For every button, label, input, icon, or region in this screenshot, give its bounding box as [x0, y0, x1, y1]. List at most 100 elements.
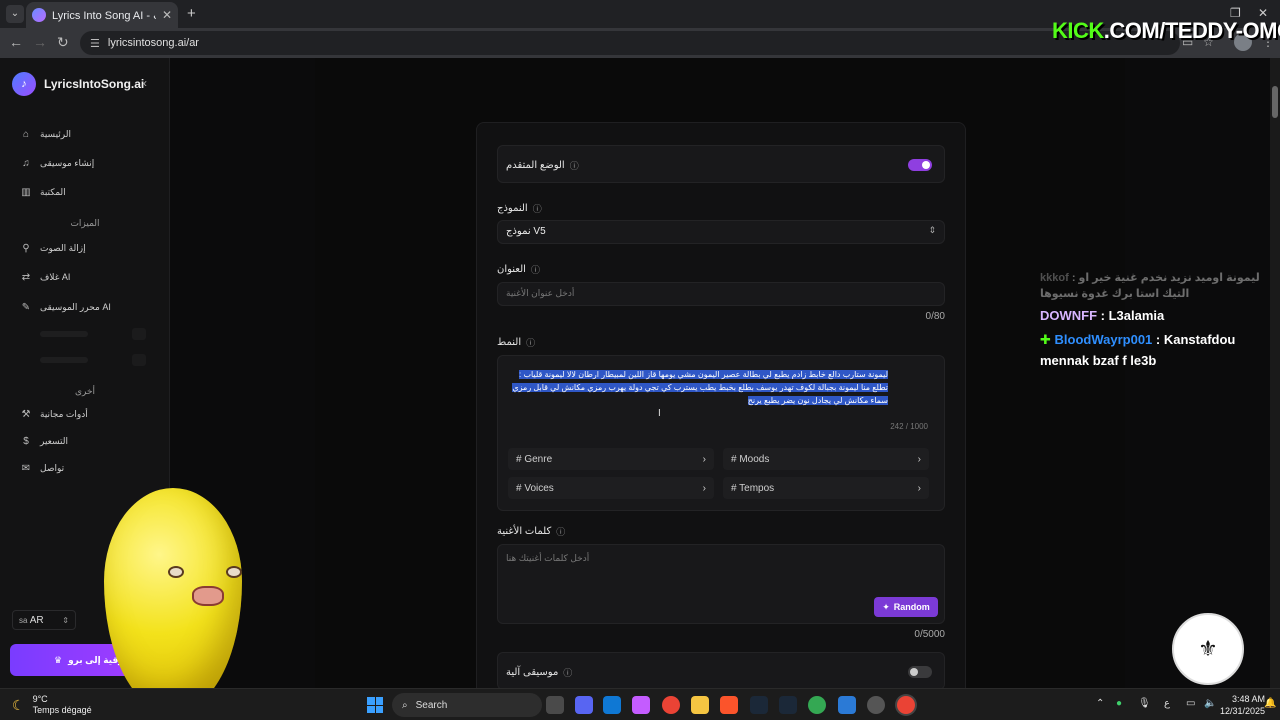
voice-remove-icon: ⚲: [22, 242, 30, 254]
network-icon[interactable]: ▭: [1186, 698, 1195, 709]
model-value: نموذج V5: [506, 226, 546, 237]
sidebar-item-create[interactable]: ♫ إنشاء موسيقى: [20, 155, 94, 171]
crown-icon: ♛: [54, 654, 63, 665]
tray-status-icon[interactable]: ●: [1116, 698, 1122, 709]
info-icon[interactable]: ⓘ: [526, 336, 535, 349]
new-tab-button[interactable]: +: [187, 5, 196, 22]
notification-icon[interactable]: 🔔: [1264, 698, 1276, 709]
model-label: النموذج ⓘ: [497, 202, 542, 215]
language-value: AR: [29, 614, 44, 626]
collapse-sidebar-icon[interactable]: ‹: [143, 76, 147, 90]
advanced-mode-toggle[interactable]: [908, 159, 932, 171]
chrome-icon[interactable]: [662, 696, 680, 714]
tray-chevron-icon[interactable]: ⌃: [1096, 698, 1104, 709]
chat-message: DOWNFF : L3alamia: [1040, 308, 1165, 323]
steam-icon-2[interactable]: [779, 696, 797, 714]
style-box: ليمونة ستارب دالع خابط زادم يطبع لي بطال…: [497, 355, 945, 511]
taskbar-clock[interactable]: 3:48 AM 12/31/2025: [1220, 693, 1265, 717]
info-icon[interactable]: ⓘ: [570, 159, 579, 172]
microphone-icon[interactable]: 🎙: [1138, 698, 1151, 709]
home-icon: ⌂: [22, 128, 30, 140]
chevron-updown-icon: ⇕: [62, 615, 69, 625]
tab-title: Lyrics Into Song AI - مولد أغاني بالذكاء…: [52, 9, 156, 22]
section-heading-tools: الميزات: [70, 218, 100, 228]
sidebar-item-pricing[interactable]: $ التسعير: [20, 433, 68, 449]
music-icon: ♫: [22, 157, 30, 169]
outlook-icon[interactable]: [603, 696, 621, 714]
model-select[interactable]: نموذج V5 ⇕: [497, 220, 945, 244]
info-icon[interactable]: ⓘ: [563, 666, 572, 679]
brave-icon[interactable]: [720, 696, 738, 714]
brand[interactable]: ♪ LyricsIntoSong.ai: [12, 72, 144, 96]
sidebar-item-label: الرئيسية: [40, 128, 71, 139]
chrome-active-icon[interactable]: [897, 696, 915, 714]
chip-genre[interactable]: # Genre ›: [508, 448, 714, 470]
start-button[interactable]: [367, 697, 383, 713]
browser-tab[interactable]: Lyrics Into Song AI - مولد أغاني بالذكاء…: [26, 2, 178, 28]
sidebar-item-disabled: [20, 328, 146, 340]
page-scrollbar[interactable]: [1270, 58, 1280, 688]
app-icon[interactable]: [838, 696, 856, 714]
lyrics-textarea[interactable]: أدخل كلمات أغنيتك هنا ✦ Random: [497, 544, 945, 624]
steam-icon[interactable]: [750, 696, 768, 714]
sidebar-item-label: إنشاء موسيقى: [40, 157, 95, 168]
mail-icon: ✉: [21, 462, 31, 474]
editor-icon: ✎: [21, 301, 31, 313]
flag-icon: sa: [19, 615, 28, 625]
chat-message: ✚ BloodWayrp001 : Kanstafdou mennak bzaf…: [1040, 332, 1236, 368]
info-icon[interactable]: ⓘ: [531, 263, 540, 276]
lyrics-placeholder: أدخل كلمات أغنيتك هنا: [506, 553, 590, 563]
search-icon: ⌕: [402, 699, 408, 711]
stream-emblem-logo: ⚜: [1172, 613, 1244, 685]
style-textarea[interactable]: ليمونة ستارب دالع خابط زادم يطبع لي بطال…: [508, 368, 888, 407]
reload-icon[interactable]: ↻: [57, 34, 69, 51]
random-button[interactable]: ✦ Random: [874, 597, 938, 617]
title-char-count: 0/80: [925, 311, 945, 322]
discord-icon[interactable]: [575, 696, 593, 714]
sidebar-item-library[interactable]: ▥ المكتبة: [20, 184, 65, 200]
copilot-icon[interactable]: [632, 696, 650, 714]
sidebar-item-ai-cover[interactable]: ⇄ غلاف AI: [20, 269, 71, 285]
site-favicon-icon: [32, 8, 46, 22]
chip-moods[interactable]: # Moods ›: [723, 448, 929, 470]
logo-icon: ♪: [12, 72, 36, 96]
chevron-right-icon: ›: [917, 482, 921, 494]
back-icon[interactable]: ←: [9, 34, 23, 50]
volume-icon[interactable]: 🔈: [1204, 698, 1216, 709]
library-icon: ▥: [21, 186, 31, 198]
sidebar-item-home[interactable]: ⌂ الرئيسية: [20, 126, 71, 142]
clock-date: 12/31/2025: [1220, 706, 1266, 716]
forward-icon[interactable]: →: [33, 34, 47, 50]
site-info-icon[interactable]: ☰: [90, 37, 100, 50]
info-icon[interactable]: ⓘ: [533, 202, 542, 215]
file-explorer-icon[interactable]: [691, 696, 709, 714]
sidebar-item-label: التسعير: [40, 435, 69, 446]
title-label: العنوان ⓘ: [497, 263, 540, 276]
task-view-icon[interactable]: [546, 696, 564, 714]
weather-widget[interactable]: ☾ 9°C Temps dégagé: [12, 694, 92, 716]
chevron-right-icon: ›: [702, 453, 706, 465]
taskbar-search[interactable]: ⌕ Search: [392, 693, 542, 717]
sidebar-item-contact[interactable]: ✉ تواصل: [20, 460, 64, 476]
sidebar-item-music-editor[interactable]: ✎ محرر الموسيقى AI: [20, 299, 111, 315]
stream-chat-overlay: kkkof ليمونة اوميد نزيد نخدم غنية خير او…: [1040, 270, 1280, 374]
sidebar-item-free-tools[interactable]: ⚒ أدوات مجانية: [20, 406, 88, 422]
brand-name: LyricsIntoSong.ai: [44, 77, 145, 91]
input-language[interactable]: ع: [1164, 698, 1170, 709]
lyrics-label: كلمات الأغنية ⓘ: [497, 525, 566, 538]
title-input[interactable]: أدخل عنوان الأغنية: [497, 282, 945, 306]
language-select[interactable]: sa AR ⇕: [12, 610, 76, 630]
info-icon[interactable]: ⓘ: [556, 525, 565, 538]
address-bar[interactable]: ☰ lyricsintosong.ai/ar: [80, 31, 1180, 55]
chrome-profile-icon[interactable]: [808, 696, 826, 714]
chip-tempos[interactable]: # Tempos ›: [723, 477, 929, 499]
sidebar-item-vocal-remover[interactable]: ⚲ إزالة الصوت: [20, 240, 85, 256]
instrumental-toggle[interactable]: [908, 666, 932, 678]
style-label: النمط ⓘ: [497, 336, 536, 349]
tab-close-icon[interactable]: ✕: [162, 8, 172, 22]
sidebar-item-disabled: [20, 354, 146, 366]
tab-search-button[interactable]: ⌄: [6, 5, 24, 23]
obs-icon[interactable]: [867, 696, 885, 714]
instrumental-label: موسيقى آلية ⓘ: [506, 666, 573, 679]
chip-voices[interactable]: # Voices ›: [508, 477, 714, 499]
